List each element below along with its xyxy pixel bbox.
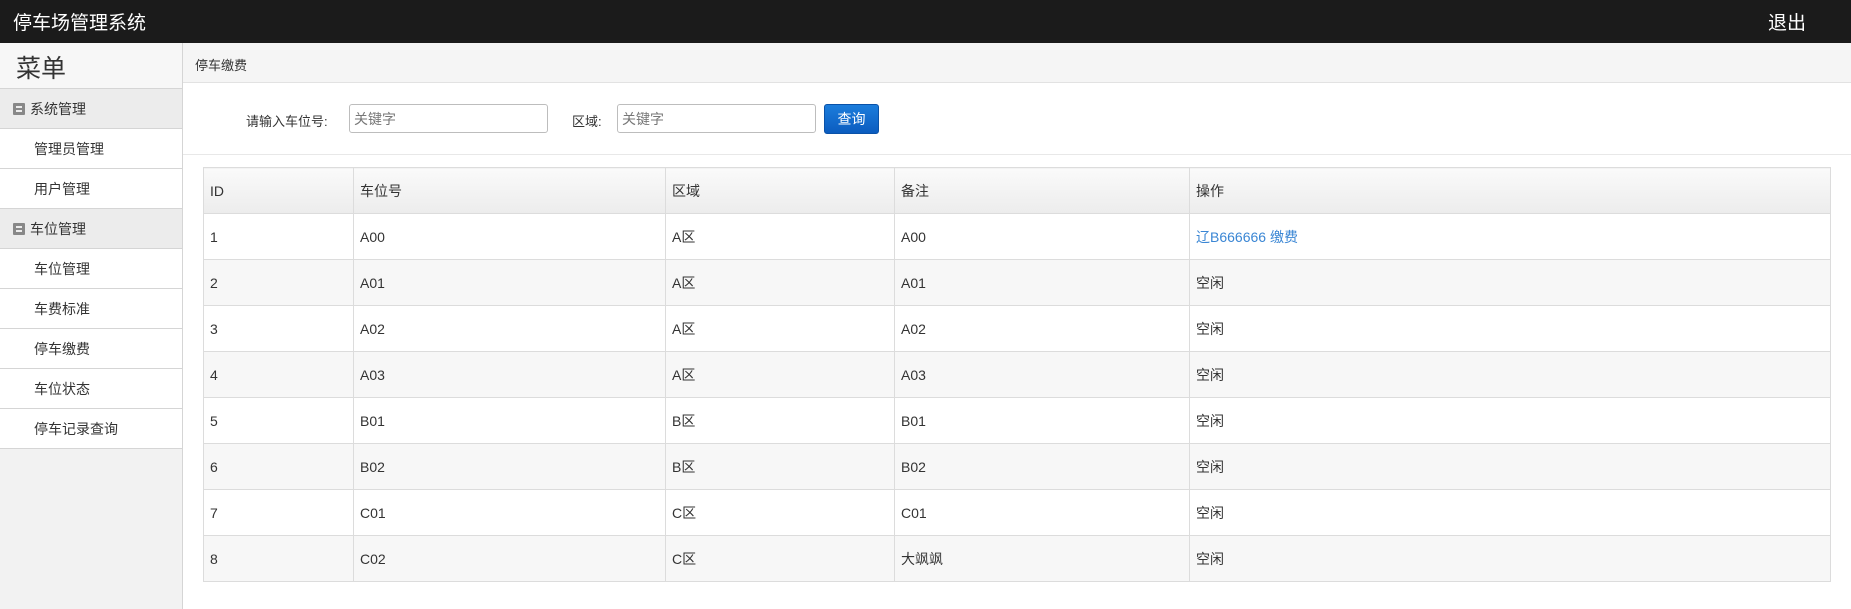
- cell-space: B02: [353, 443, 666, 490]
- sidebar-item-space-management[interactable]: 车位管理: [0, 249, 182, 289]
- sidebar: 菜单 系统管理 管理员管理 用户管理 车位管理 车位管理 车费标准 停车缴费 车…: [0, 43, 183, 609]
- cell-note: A02: [894, 305, 1190, 352]
- area-label: 区域:: [572, 114, 602, 129]
- area-input[interactable]: [617, 104, 816, 133]
- sidebar-group-label: 车位管理: [30, 220, 86, 237]
- logout-link[interactable]: 退出: [1768, 8, 1806, 35]
- sidebar-group-system[interactable]: 系统管理: [0, 89, 182, 129]
- table-header-row: ID 车位号 区域 备注 操作: [203, 167, 1831, 214]
- cell-area: A区: [665, 213, 895, 260]
- table-row: 8 C02 C区 大飒飒 空闲: [203, 535, 1831, 582]
- cell-space: A03: [353, 351, 666, 398]
- table-row: 1 A00 A区 A00 辽B666666 缴费: [203, 213, 1831, 260]
- parking-table-wrapper: ID 车位号 区域 备注 操作 1 A00 A区 A00 辽B666666 缴费…: [203, 167, 1831, 582]
- table-row: 4 A03 A区 A03 空闲: [203, 351, 1831, 398]
- sidebar-menu-title: 菜单: [0, 43, 182, 89]
- cell-note: A00: [894, 213, 1190, 260]
- top-navbar: 停车场管理系统 退出: [0, 0, 1851, 43]
- sidebar-item-parking-payment[interactable]: 停车缴费: [0, 329, 182, 369]
- column-header-area[interactable]: 区域: [665, 167, 895, 214]
- cell-id: 7: [203, 489, 354, 536]
- cell-area: A区: [665, 259, 895, 306]
- cell-id: 1: [203, 213, 354, 260]
- cell-note: 大飒飒: [894, 535, 1190, 582]
- cell-note: B02: [894, 443, 1190, 490]
- sidebar-item-fee-standard[interactable]: 车费标准: [0, 289, 182, 329]
- cell-space: C01: [353, 489, 666, 536]
- cell-action: 空闲: [1189, 397, 1831, 444]
- column-header-id[interactable]: ID: [203, 167, 354, 214]
- sidebar-group-label: 系统管理: [30, 100, 86, 117]
- cell-id: 4: [203, 351, 354, 398]
- cell-action: 空闲: [1189, 443, 1831, 490]
- cell-area: A区: [665, 305, 895, 352]
- cell-space: A00: [353, 213, 666, 260]
- column-header-action[interactable]: 操作: [1189, 167, 1831, 214]
- cell-action: 空闲: [1189, 489, 1831, 536]
- table-row: 6 B02 B区 B02 空闲: [203, 443, 1831, 490]
- sidebar-item-admin-management[interactable]: 管理员管理: [0, 129, 182, 169]
- column-header-space[interactable]: 车位号: [353, 167, 666, 214]
- query-button[interactable]: 查询: [824, 104, 879, 134]
- pay-link[interactable]: 辽B666666 缴费: [1196, 229, 1298, 245]
- sidebar-group-parking[interactable]: 车位管理: [0, 209, 182, 249]
- sidebar-item-parking-records[interactable]: 停车记录查询: [0, 409, 182, 449]
- cell-space: A02: [353, 305, 666, 352]
- cell-area: B区: [665, 443, 895, 490]
- table-row: 5 B01 B区 B01 空闲: [203, 397, 1831, 444]
- cell-id: 3: [203, 305, 354, 352]
- cell-id: 8: [203, 535, 354, 582]
- cell-action: 空闲: [1189, 259, 1831, 306]
- cell-area: C区: [665, 535, 895, 582]
- cell-id: 6: [203, 443, 354, 490]
- space-number-input[interactable]: [349, 104, 548, 133]
- cell-id: 5: [203, 397, 354, 444]
- cell-space: C02: [353, 535, 666, 582]
- sidebar-item-user-management[interactable]: 用户管理: [0, 169, 182, 209]
- search-bar: 请输入车位号: 区域: 查询: [183, 43, 1851, 155]
- space-number-label: 请输入车位号:: [246, 114, 328, 129]
- cell-action: 空闲: [1189, 351, 1831, 398]
- cell-area: A区: [665, 351, 895, 398]
- parking-table: ID 车位号 区域 备注 操作 1 A00 A区 A00 辽B666666 缴费…: [203, 167, 1831, 582]
- cell-area: B区: [665, 397, 895, 444]
- cell-id: 2: [203, 259, 354, 306]
- table-row: 2 A01 A区 A01 空闲: [203, 259, 1831, 306]
- cell-space: B01: [353, 397, 666, 444]
- column-header-note[interactable]: 备注: [894, 167, 1190, 214]
- cell-note: A01: [894, 259, 1190, 306]
- main-content: 停车缴费 请输入车位号: 区域: 查询 ID 车位号 区域 备注 操作 1 A0…: [183, 43, 1851, 609]
- cell-note: C01: [894, 489, 1190, 536]
- cell-action: 辽B666666 缴费: [1189, 213, 1831, 260]
- table-row: 7 C01 C区 C01 空闲: [203, 489, 1831, 536]
- cell-action: 空闲: [1189, 535, 1831, 582]
- sidebar-item-space-status[interactable]: 车位状态: [0, 369, 182, 409]
- cell-note: B01: [894, 397, 1190, 444]
- table-row: 3 A02 A区 A02 空闲: [203, 305, 1831, 352]
- app-title: 停车场管理系统: [13, 13, 147, 34]
- cell-action: 空闲: [1189, 305, 1831, 352]
- cell-area: C区: [665, 489, 895, 536]
- list-icon: [13, 222, 25, 235]
- cell-note: A03: [894, 351, 1190, 398]
- cell-space: A01: [353, 259, 666, 306]
- list-icon: [13, 102, 25, 115]
